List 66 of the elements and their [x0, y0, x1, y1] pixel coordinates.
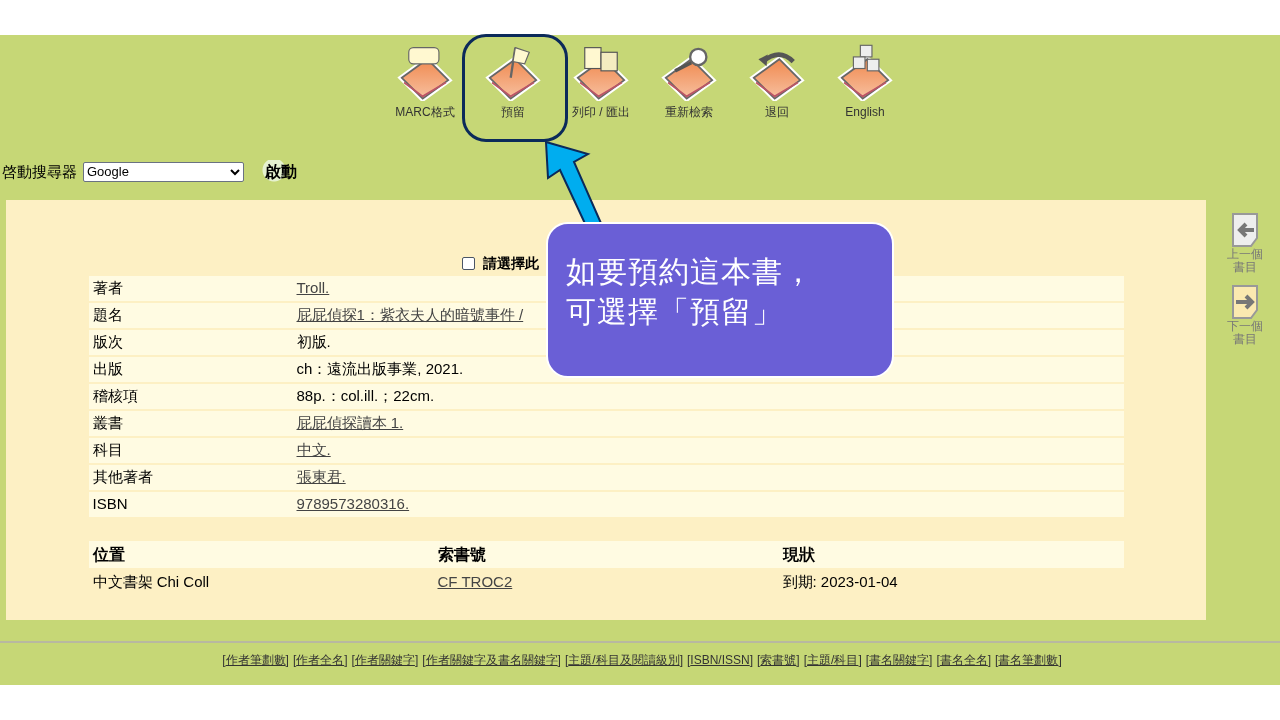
field-label: 其他著者 — [91, 467, 154, 488]
bracket-mark: [ — [686, 652, 691, 669]
start-button[interactable]: 啟動 — [262, 160, 300, 184]
field-label: 版次 — [91, 332, 124, 353]
checkbox-label: 請選擇此 — [483, 253, 539, 273]
chevron-down-icon — [230, 168, 240, 176]
column-header: 位置 — [91, 544, 126, 565]
book-icon[interactable] — [836, 43, 894, 101]
bracket-mark: [ — [292, 652, 297, 669]
field-link[interactable]: 中文. — [296, 439, 331, 462]
call-number-link[interactable]: CF TROC2 — [437, 572, 513, 590]
field-link[interactable]: 屁屁偵探1：紫衣夫人的暗號事件 / — [296, 304, 524, 327]
footer-link[interactable]: 主題/科目及閱讀級別 — [568, 651, 680, 669]
toolbar-button[interactable]: 重新檢索 — [665, 103, 713, 121]
bracket-mark: [ — [564, 652, 569, 669]
field-link[interactable]: 張東君. — [296, 466, 346, 489]
toolbar-button[interactable]: MARC格式 — [395, 103, 455, 121]
field-label: 出版 — [91, 359, 124, 380]
bracket-mark: [ — [865, 652, 870, 669]
footer-link[interactable]: 作者全名 — [296, 651, 345, 669]
bracket-mark: [ — [936, 652, 940, 669]
table-cell: 中文書架 Chi Coll — [92, 572, 210, 590]
bracket-mark: ] — [679, 652, 683, 669]
footer-link[interactable]: ISBN/ISSN — [690, 651, 750, 669]
field-link[interactable]: Troll. — [296, 277, 330, 300]
page-arrow-icon[interactable] — [1230, 212, 1260, 248]
search-engine-label: 啓動搜尋器 — [2, 161, 77, 182]
bracket-mark: ] — [929, 652, 933, 669]
footer-link[interactable]: 主題/科目 — [807, 651, 859, 669]
field-label: 叢書 — [91, 413, 124, 434]
field-value: 初版. — [296, 332, 331, 353]
bracket-mark: ] — [858, 652, 862, 669]
bracket-mark: [ — [803, 652, 808, 669]
bracket-mark: ] — [557, 652, 561, 669]
table-cell: 到期: 2023-01-04 — [782, 572, 898, 590]
field-value: 88p.：col.ill.；22cm. — [296, 386, 435, 407]
bracket-mark: [ — [757, 652, 761, 669]
callout-text: 如要預約這本書，可選擇「預留」 — [566, 254, 815, 330]
field-label: 稽核項 — [91, 386, 139, 407]
engine-select[interactable]: Google — [83, 162, 244, 182]
field-label: 科目 — [91, 440, 124, 461]
bracket-mark: ] — [414, 652, 419, 669]
toolbar-button[interactable]: 預留 — [501, 103, 525, 121]
checkbox[interactable] — [462, 256, 475, 270]
bracket-mark: [ — [351, 652, 355, 669]
bracket-mark: [ — [995, 652, 999, 669]
bracket-mark: ] — [285, 652, 289, 669]
bracket-mark: ] — [344, 652, 348, 669]
field-label: 題名 — [91, 305, 124, 326]
page-arrow-icon[interactable] — [1230, 284, 1260, 320]
bracket-mark: ] — [796, 652, 800, 669]
field-link[interactable]: 9789573280316. — [296, 493, 410, 516]
bracket-mark: [ — [422, 652, 426, 669]
column-header: 現狀 — [781, 544, 816, 565]
toolbar-button[interactable]: 列印 / 匯出 — [572, 103, 630, 121]
bracket-mark: ] — [749, 652, 753, 669]
toolbar-button[interactable]: 退回 — [765, 103, 789, 121]
bracket-mark: ] — [987, 652, 992, 669]
field-link[interactable]: 屁屁偵探讀本 1. — [296, 412, 404, 435]
column-header: 索書號 — [436, 544, 487, 565]
toolbar-button[interactable]: English — [845, 103, 885, 121]
field-value: ch：遠流出版事業, 2021. — [296, 359, 464, 380]
field-label: 著者 — [91, 278, 124, 299]
bracket-mark: ] — [1058, 652, 1062, 669]
field-label: ISBN — [91, 494, 129, 515]
bracket-mark: [ — [222, 652, 226, 669]
